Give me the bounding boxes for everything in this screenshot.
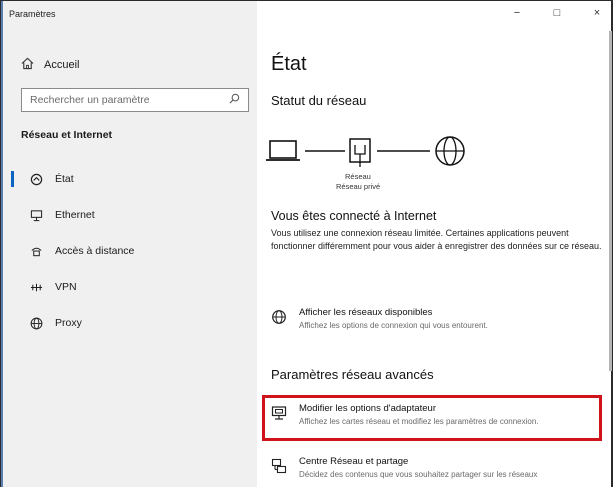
connected-description: Vous utilisez une connexion réseau limit… [271,228,602,251]
window-controls: − □ × [509,7,605,19]
sidebar: Paramètres Accueil Rechercher un paramèt… [3,1,257,487]
link-subtitle: Affichez les cartes réseau et modifiez l… [299,417,539,426]
close-button[interactable]: × [589,7,605,19]
adapter-options-link[interactable]: Modifier les options d'adaptateur Affich… [271,403,539,426]
router-icon [349,138,371,167]
app-title: Paramètres [9,9,56,19]
main-pane: − □ × État Statut du réseau Réseau Résea… [257,1,612,487]
section-title: Réseau et Internet [21,129,113,141]
link-subtitle: Décidez des contenus que vous souhaitez … [299,470,538,479]
home-icon [21,57,34,73]
connected-title: Vous êtes connecté à Internet [271,209,437,223]
scrollbar[interactable] [609,31,612,371]
maximize-button[interactable]: □ [549,7,565,19]
search-placeholder: Rechercher un paramètre [30,94,150,106]
sidebar-home[interactable]: Accueil [21,57,79,73]
sidebar-item-proxy[interactable]: Proxy [3,305,257,341]
sidebar-item-label: État [55,173,74,185]
available-networks-link[interactable]: Afficher les réseaux disponibles Affiche… [271,307,488,330]
sidebar-item-etat[interactable]: État [3,161,257,197]
link-title: Afficher les réseaux disponibles [299,307,433,318]
sidebar-item-acces-distance[interactable]: Accès à distance [3,233,257,269]
advanced-settings-heading: Paramètres réseau avancés [271,367,434,382]
link-subtitle: Affichez les options de connexion qui vo… [299,321,488,330]
link-title: Modifier les options d'adaptateur [299,403,437,414]
network-sublabel: Réseau privé [336,182,381,191]
ethernet-icon [29,208,43,222]
network-label: Réseau [345,172,371,181]
sidebar-item-label: Proxy [55,317,82,329]
sharing-center-icon [271,458,287,474]
dialup-icon [29,244,43,258]
page-title: État [271,53,307,75]
link-title: Centre Réseau et partage [299,456,409,467]
internet-globe-icon [435,136,465,166]
globe-icon [29,316,43,330]
sidebar-item-label: VPN [55,281,77,293]
sidebar-item-label: Accès à distance [55,245,135,257]
minimize-button[interactable]: − [509,7,525,19]
sidebar-item-label: Ethernet [55,209,95,221]
sidebar-nav: État Ethernet Accès à distance VPN Proxy [3,161,257,341]
adapter-icon [271,405,287,421]
laptop-icon [266,140,300,161]
sidebar-item-ethernet[interactable]: Ethernet [3,197,257,233]
sidebar-item-vpn[interactable]: VPN [3,269,257,305]
search-icon [229,93,240,107]
settings-window: Paramètres Accueil Rechercher un paramèt… [0,0,613,487]
network-status-heading: Statut du réseau [271,93,367,108]
vpn-icon [29,280,43,294]
status-icon [29,172,43,186]
sharing-center-link[interactable]: Centre Réseau et partage Décidez des con… [271,456,537,479]
search-input[interactable]: Rechercher un paramètre [21,88,249,112]
available-networks-icon [271,309,287,325]
home-label: Accueil [44,59,80,71]
